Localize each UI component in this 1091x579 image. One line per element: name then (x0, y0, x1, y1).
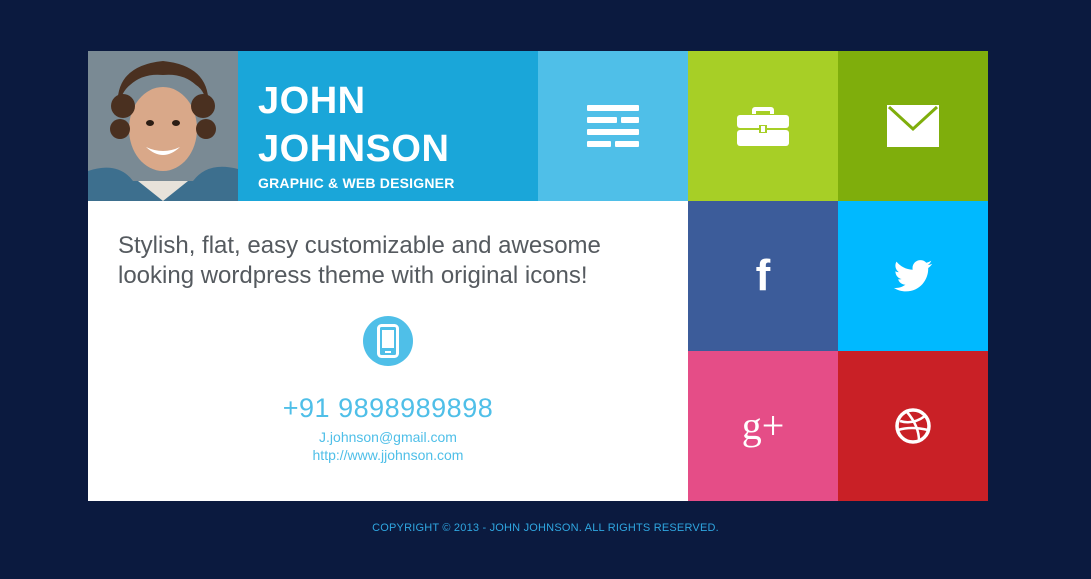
last-name: JOHNSON (258, 128, 450, 170)
job-title: GRAPHIC & WEB DESIGNER (258, 175, 455, 191)
portfolio-button[interactable] (688, 51, 838, 201)
website-link[interactable]: http://www.jjohnson.com (88, 447, 688, 463)
profile-card: JOHN JOHNSON GRAPHIC & WEB DESIGNER f g+… (88, 51, 988, 501)
googleplus-icon: g+ (741, 403, 785, 448)
contact-button[interactable] (838, 51, 988, 201)
menu-button[interactable] (538, 51, 688, 201)
footer-copyright: COPYRIGHT © 2013 - JOHN JOHNSON. ALL RIG… (372, 522, 719, 534)
tagline: Stylish, flat, easy customizable and awe… (118, 232, 601, 289)
first-name: JOHN (258, 80, 366, 122)
phone-number: +91 9898989898 (282, 393, 494, 423)
briefcase-icon (737, 107, 789, 146)
mail-icon (887, 105, 939, 147)
email-link[interactable]: J.johnson@gmail.com (88, 429, 688, 445)
profile-photo (88, 51, 238, 201)
twitter-icon (893, 260, 933, 292)
menu-icon (587, 105, 639, 147)
dribbble-icon (895, 408, 931, 444)
twitter-button[interactable] (838, 201, 988, 351)
name-tile: JOHN JOHNSON GRAPHIC & WEB DESIGNER (238, 51, 538, 201)
avatar (88, 51, 238, 201)
smartphone-icon (363, 316, 413, 366)
contact-panel: Stylish, flat, easy customizable and awe… (88, 201, 688, 501)
facebook-icon: f (755, 251, 771, 300)
dribbble-button[interactable] (838, 351, 988, 501)
facebook-button[interactable]: f (688, 201, 838, 351)
googleplus-button[interactable]: g+ (688, 351, 838, 501)
